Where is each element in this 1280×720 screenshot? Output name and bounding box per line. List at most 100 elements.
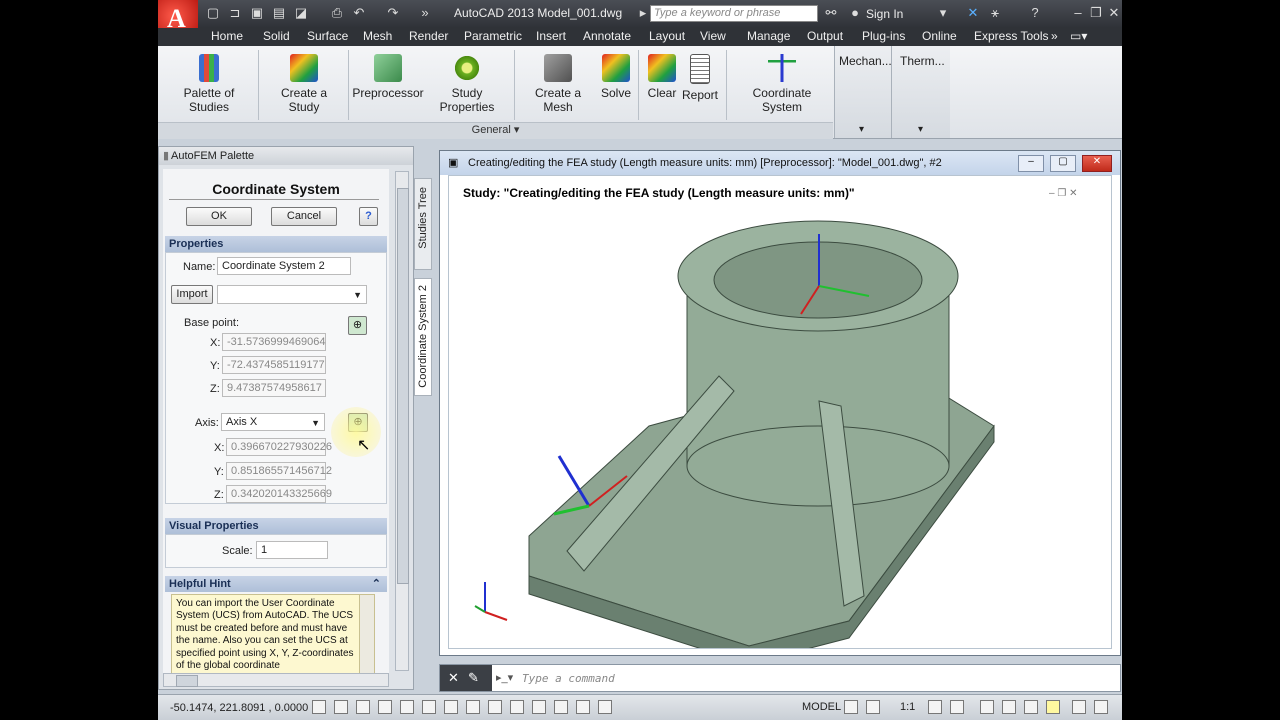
tab-view[interactable]: View [700, 29, 726, 43]
name-input[interactable]: Coordinate System 2 [217, 257, 351, 275]
create-study-button[interactable]: Create a Study [264, 54, 344, 114]
collapsed-panel-mechanical[interactable]: Mechan... ▾ [834, 46, 892, 138]
tab-annotate[interactable]: Annotate [583, 29, 631, 43]
palette-title-bar[interactable]: ▮ AutoFEM Palette [159, 147, 413, 165]
tab-solid[interactable]: Solid [263, 29, 290, 43]
drawing-canvas[interactable]: Study: "Creating/editing the FEA study (… [448, 175, 1112, 649]
lock-icon[interactable] [1002, 700, 1016, 714]
help-icon[interactable]: ? [359, 207, 378, 226]
undo-icon[interactable]: ↶ [352, 6, 366, 20]
import-button[interactable]: Import [171, 285, 213, 304]
palette-scrollbar[interactable] [395, 171, 409, 671]
community-icon[interactable]: ⚹ [988, 6, 1002, 20]
helpful-hint-header[interactable]: Helpful Hint ⌃ [165, 576, 387, 592]
osnap-icon[interactable] [422, 700, 436, 714]
print-icon[interactable]: ⎙ [330, 6, 344, 20]
tab-insert[interactable]: Insert [536, 29, 566, 43]
restore-icon[interactable]: ❐ [1088, 5, 1104, 21]
tab-express-tools[interactable]: Express Tools [974, 29, 1048, 43]
axis-x-field[interactable]: 0.396670227930226 [226, 438, 332, 456]
axis-y-field[interactable]: 0.851865571456712 [226, 462, 332, 480]
pick-point-icon[interactable]: ⊕ [348, 316, 367, 335]
otrack-icon[interactable] [466, 700, 480, 714]
workspace-gear-icon[interactable] [980, 700, 994, 714]
command-prompt-icon[interactable]: ▸_▾ [496, 671, 513, 684]
ribbon-panel-general[interactable]: General ▾ [158, 122, 833, 139]
minimize-icon[interactable]: – [1018, 155, 1044, 172]
base-z-field[interactable]: 9.47387574958617 [222, 379, 326, 397]
preprocessor-button[interactable]: Preprocessor [352, 54, 424, 100]
collapsed-panel-thermal[interactable]: Therm... ▾ [891, 46, 950, 138]
new-icon[interactable]: ▢ [206, 6, 220, 20]
tab-online[interactable]: Online [922, 29, 957, 43]
open-icon[interactable]: ⊐ [228, 6, 242, 20]
axis-select[interactable]: Axis X ▼ [221, 413, 325, 431]
help-icon[interactable]: ? [1028, 6, 1042, 20]
more-tabs-icon[interactable]: » [1051, 29, 1058, 43]
cancel-button[interactable]: Cancel [271, 207, 337, 226]
clean-screen-icon[interactable] [1094, 700, 1108, 714]
ok-button[interactable]: OK [186, 207, 252, 226]
save-icon[interactable]: ▣ [250, 6, 264, 20]
selection-cycling-icon[interactable] [598, 700, 612, 714]
ortho-icon[interactable] [378, 700, 392, 714]
tab-mesh[interactable]: Mesh [363, 29, 392, 43]
isolate-objects-icon[interactable] [1046, 700, 1060, 714]
tab-surface[interactable]: Surface [307, 29, 348, 43]
lineweight-icon[interactable] [532, 700, 546, 714]
tab-home[interactable]: Home [211, 29, 243, 43]
close-icon[interactable]: ✕ [1106, 5, 1122, 21]
annotation-scale[interactable]: 1:1 [900, 701, 915, 713]
hardware-acceleration-icon[interactable] [1024, 700, 1038, 714]
clear-button[interactable]: Clear [644, 54, 680, 100]
maximize-icon[interactable]: ▢ [1050, 155, 1076, 172]
minimize-icon[interactable]: – [1070, 5, 1086, 21]
scale-input[interactable]: 1 [256, 541, 328, 559]
tab-parametric[interactable]: Parametric [464, 29, 522, 43]
wrench-icon[interactable]: ✎ [468, 670, 479, 686]
dyn-icon[interactable] [510, 700, 524, 714]
redo-icon[interactable]: ↷ [386, 6, 400, 20]
polar-icon[interactable] [400, 700, 414, 714]
tab-plug-ins[interactable]: Plug-ins [862, 29, 905, 43]
palette-hscrollbar[interactable] [163, 673, 389, 687]
transparency-icon[interactable] [554, 700, 568, 714]
solve-button[interactable]: Solve [598, 54, 634, 100]
tab-layout[interactable]: Layout [649, 29, 685, 43]
hint-scrollbar[interactable] [359, 595, 374, 673]
layout-icon[interactable] [844, 700, 858, 714]
layout2-icon[interactable] [866, 700, 880, 714]
sign-in-link[interactable]: Sign In [866, 7, 903, 21]
close-icon[interactable]: ✕ [1082, 155, 1112, 172]
quick-properties-icon[interactable] [576, 700, 590, 714]
command-input[interactable]: Type a command [522, 672, 615, 685]
binoculars-icon[interactable]: ⚯ [824, 6, 838, 20]
infer-constraints-icon[interactable] [312, 700, 326, 714]
palette-scroll-thumb[interactable] [397, 188, 409, 584]
axis-z-field[interactable]: 0.342020143325669 [226, 485, 332, 503]
more-tools-icon[interactable]: » [418, 6, 432, 20]
import-ucs-select[interactable]: ▼ [217, 285, 367, 304]
dropdown-icon[interactable]: ▾ [936, 6, 950, 20]
fea-window-title-bar[interactable]: ▣ Creating/editing the FEA study (Length… [440, 151, 1120, 175]
3d-osnap-icon[interactable] [444, 700, 458, 714]
ducs-icon[interactable] [488, 700, 502, 714]
save-as-icon[interactable]: ▤ [272, 6, 286, 20]
side-tab-studies-tree[interactable]: Studies Tree [414, 178, 432, 270]
autoscale-icon[interactable] [950, 700, 964, 714]
tab-output[interactable]: Output [807, 29, 843, 43]
base-x-field[interactable]: -31.5736999469064 [222, 333, 326, 351]
report-button[interactable]: Report [680, 54, 720, 102]
search-input[interactable]: Type a keyword or phrase [650, 5, 818, 22]
create-mesh-button[interactable]: Create a Mesh [520, 54, 596, 114]
base-y-field[interactable]: -72.4374585119177 [222, 356, 326, 374]
grid-icon[interactable] [356, 700, 370, 714]
close-icon[interactable]: ✕ [448, 670, 459, 686]
coordinate-system-button[interactable]: Coordinate System [732, 54, 832, 114]
study-properties-button[interactable]: Study Properties [424, 54, 510, 114]
snap-icon[interactable] [334, 700, 348, 714]
annotation-visibility-icon[interactable] [928, 700, 942, 714]
tab-render[interactable]: Render [409, 29, 448, 43]
palette-hscroll-thumb[interactable] [176, 675, 198, 687]
status-menu-icon[interactable] [1072, 700, 1086, 714]
